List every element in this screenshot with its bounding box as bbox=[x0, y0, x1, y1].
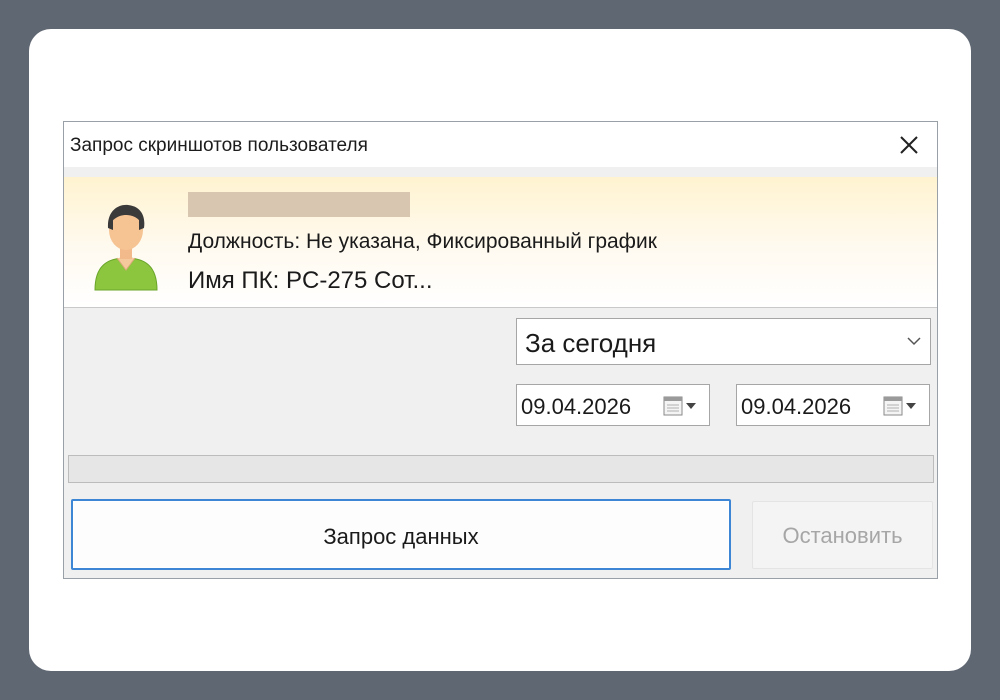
title-bar: Запрос скриншотов пользователя bbox=[64, 122, 937, 167]
chevron-down-icon bbox=[907, 337, 921, 346]
screenshot-request-dialog: Запрос скриншотов пользователя Должность… bbox=[63, 121, 938, 579]
date-from-picker[interactable]: 09.04.2026 bbox=[516, 384, 710, 426]
period-select[interactable]: За сегодня bbox=[516, 318, 931, 365]
request-data-button[interactable]: Запрос данных bbox=[71, 499, 731, 570]
calendar-icon[interactable] bbox=[883, 395, 919, 417]
user-name-redacted bbox=[188, 192, 410, 217]
close-icon[interactable] bbox=[895, 131, 923, 159]
period-select-value: За сегодня bbox=[525, 328, 657, 358]
date-from-value: 09.04.2026 bbox=[521, 394, 632, 419]
user-avatar-icon bbox=[94, 204, 158, 291]
stop-button-label: Остановить bbox=[782, 523, 903, 548]
user-info-panel: Должность: Не указана, Фиксированный гра… bbox=[64, 177, 937, 308]
user-position: Должность: Не указана, Фиксированный гра… bbox=[188, 230, 657, 253]
date-to-picker[interactable]: 09.04.2026 bbox=[736, 384, 930, 426]
date-to-value: 09.04.2026 bbox=[741, 394, 852, 419]
progress-bar bbox=[68, 455, 934, 483]
request-data-button-label: Запрос данных bbox=[323, 524, 479, 549]
calendar-icon[interactable] bbox=[663, 395, 699, 417]
stop-button[interactable]: Остановить bbox=[752, 501, 933, 569]
window-title: Запрос скриншотов пользователя bbox=[70, 135, 368, 156]
pc-name: Имя ПК: PC-275 Сот... bbox=[188, 267, 433, 294]
